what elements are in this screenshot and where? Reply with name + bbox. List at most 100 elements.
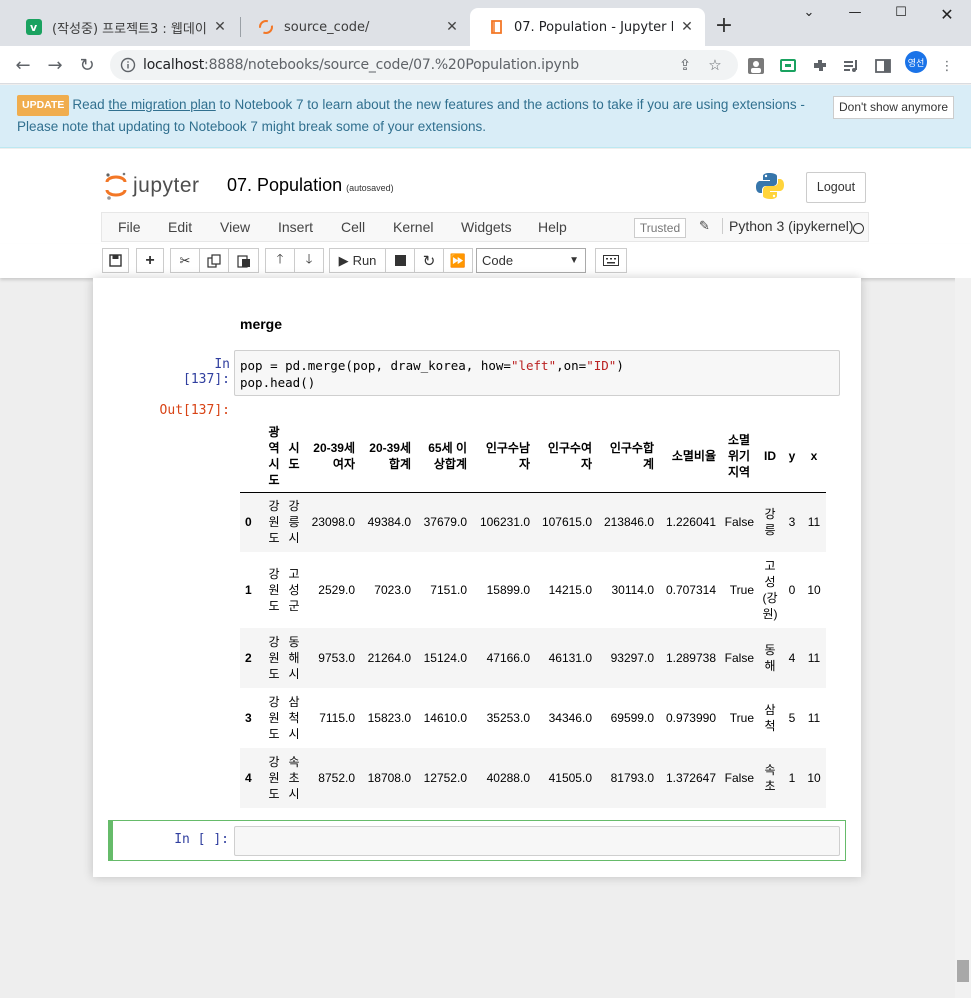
extension-profile-icon[interactable]: [746, 56, 766, 76]
table-cell-ratio: 1.289738: [665, 651, 716, 665]
row-index: 4: [245, 771, 252, 785]
url-bar[interactable]: localhost:8888/notebooks/source_code/07.…: [110, 50, 738, 80]
column-header: 20-39세 합계: [359, 420, 415, 493]
table-cell-x: 11: [807, 515, 821, 530]
column-header: 인구수남자: [471, 420, 534, 493]
back-icon[interactable]: ←: [10, 52, 36, 78]
table-cell-id: 강릉: [764, 507, 776, 538]
share-icon[interactable]: ⇪: [676, 56, 694, 74]
empty-code-cell[interactable]: In [ ]:: [108, 820, 846, 861]
profile-avatar[interactable]: 영선: [905, 51, 927, 73]
table-cell-female: 46131.0: [548, 651, 592, 665]
browser-tab-wiki[interactable]: v (작성중) 프로젝트3 : 웹데이터 ✕: [8, 8, 238, 46]
menu-help[interactable]: Help: [538, 219, 567, 235]
insert-cell-icon[interactable]: +: [136, 248, 164, 273]
menu-insert[interactable]: Insert: [278, 219, 313, 235]
index-header: [240, 420, 264, 493]
browser-tab-strip: v (작성중) 프로젝트3 : 웹데이터 ✕ source_code/ ✕ 07…: [0, 0, 971, 46]
svg-text:v: v: [30, 21, 38, 34]
column-header: 20-39세 여자: [304, 420, 359, 493]
table-cell-ratio: 1.226041: [665, 515, 716, 530]
page-scrollbar[interactable]: [955, 278, 971, 998]
keyboard-icon[interactable]: [595, 248, 627, 273]
update-banner: UPDATE Read the migration plan to Noteboo…: [0, 85, 971, 148]
close-icon[interactable]: ✕: [444, 19, 460, 35]
migration-plan-link[interactable]: the migration plan: [108, 97, 215, 112]
column-header: 소멸비율: [658, 420, 720, 493]
cut-icon[interactable]: ✂: [170, 248, 200, 273]
menu-widgets[interactable]: Widgets: [461, 219, 512, 235]
trusted-indicator[interactable]: Trusted: [634, 218, 686, 238]
side-panel-icon[interactable]: [873, 56, 893, 76]
new-tab-button[interactable]: +: [711, 14, 737, 40]
table-cell-x: 11: [807, 711, 821, 725]
table-cell-region: 강원도: [268, 567, 280, 613]
maximize-icon[interactable]: ☐: [878, 5, 924, 27]
kernel-name[interactable]: Python 3 (ipykernel): [722, 218, 854, 234]
restart-run-all-icon[interactable]: ⏩: [443, 248, 473, 273]
info-icon[interactable]: [120, 57, 136, 73]
table-cell-f2039: 7115.0: [319, 711, 355, 725]
jupyter-icon: [258, 19, 274, 35]
banner-message: UPDATE Read the migration plan to Noteboo…: [17, 95, 805, 134]
table-cell-x: 10: [807, 583, 821, 597]
menu-kernel[interactable]: Kernel: [393, 219, 433, 235]
table-row: 1 강원도 고성군 2529.0 7023.0 7151.0 15899.0 14215.0 3…: [240, 552, 826, 628]
table-cell-female: 41505.0: [548, 771, 592, 785]
code-cell-input[interactable]: pop = pd.merge(pop, draw_korea, how="lef…: [234, 350, 840, 396]
paste-icon[interactable]: [228, 248, 259, 273]
move-up-icon[interactable]: 🡑: [265, 248, 295, 273]
browser-tab-source-code[interactable]: source_code/ ✕: [240, 8, 470, 46]
jupyter-logo[interactable]: jupyter: [105, 171, 200, 201]
table-cell-id: 삼척: [764, 703, 776, 733]
browser-tab-population[interactable]: 07. Population - Jupyter Note ✕: [470, 8, 705, 46]
scrollbar-thumb[interactable]: [957, 960, 969, 982]
table-cell-risk: False: [724, 771, 754, 785]
cell-type-select[interactable]: Code ▼: [476, 248, 586, 273]
reload-icon[interactable]: ↻: [74, 52, 100, 78]
dont-show-button[interactable]: Don't show anymore: [833, 96, 954, 119]
menu-file[interactable]: File: [118, 219, 141, 235]
close-icon[interactable]: ✕: [679, 19, 695, 35]
tab-title: source_code/: [284, 19, 370, 35]
close-icon[interactable]: ✕: [212, 19, 228, 35]
menu-edit[interactable]: Edit: [168, 219, 192, 235]
notebook-title[interactable]: 07. Population (autosaved): [227, 175, 394, 196]
jupyter-header: jupyter 07. Population (autosaved) Logout: [0, 149, 971, 212]
media-queue-icon[interactable]: [841, 56, 861, 76]
menu-view[interactable]: View: [220, 219, 250, 235]
logout-button[interactable]: Logout: [806, 172, 866, 203]
table-cell-ratio: 1.372647: [665, 771, 716, 785]
browser-menu-icon[interactable]: ⋮: [937, 56, 957, 76]
column-header: 인구수합계: [596, 420, 658, 493]
edit-pencil-icon[interactable]: ✎: [699, 219, 710, 234]
bookmark-star-icon[interactable]: ☆: [706, 56, 724, 74]
empty-input-prompt: In [ ]:: [174, 832, 229, 847]
table-row: 2 강원도 동해시 9753.0 21264.0 15124.0 47166.0 46131.…: [240, 628, 826, 688]
menu-cell[interactable]: Cell: [341, 219, 365, 235]
table-cell-id: 고성(강원): [762, 559, 778, 621]
run-button[interactable]: ▶ Run: [329, 248, 386, 273]
extension-green-icon[interactable]: [778, 56, 798, 76]
restart-icon[interactable]: ↻: [414, 248, 444, 273]
table-cell-risk: True: [729, 711, 754, 725]
move-down-icon[interactable]: 🡓: [294, 248, 324, 273]
save-icon[interactable]: [102, 248, 129, 273]
table-cell-t2039: 7023.0: [374, 583, 411, 597]
interrupt-icon[interactable]: [385, 248, 415, 273]
chevron-down-icon: ▼: [569, 255, 579, 266]
run-label: Run: [352, 253, 377, 268]
column-header: 인구수여자: [534, 420, 596, 493]
extensions-puzzle-icon[interactable]: [810, 56, 830, 76]
table-row: 4 강원도 속초시 8752.0 18708.0 12752.0 40288.0 41505.…: [240, 748, 826, 808]
tab-search-icon[interactable]: ⌄: [786, 5, 832, 27]
copy-icon[interactable]: [199, 248, 229, 273]
minimize-icon[interactable]: —: [832, 5, 878, 27]
column-header: 시도: [284, 420, 304, 493]
window-close-icon[interactable]: ✕: [924, 5, 970, 27]
table-cell-female: 14215.0: [548, 583, 592, 597]
column-header: y: [782, 420, 802, 493]
forward-icon[interactable]: →: [42, 52, 68, 78]
table-cell-y: 5: [788, 711, 796, 725]
code-cell-input-empty[interactable]: [234, 826, 840, 856]
